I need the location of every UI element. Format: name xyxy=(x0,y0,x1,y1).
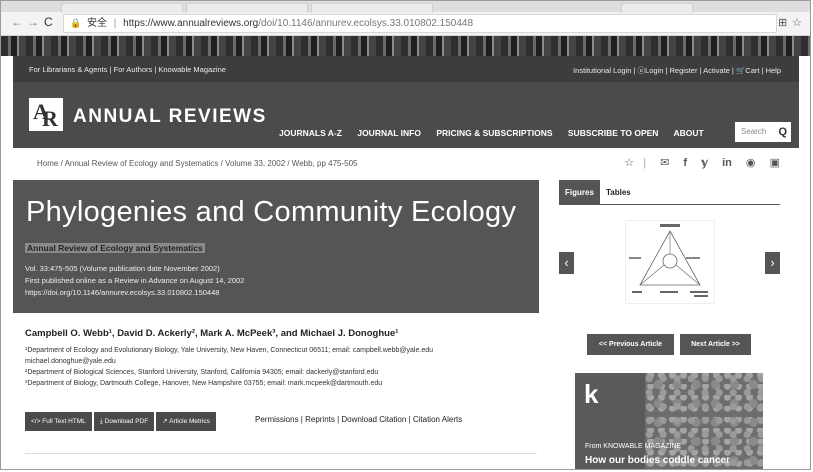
article-metrics-button[interactable]: ↗ Article Metrics xyxy=(156,412,216,431)
tab-strip xyxy=(1,1,810,13)
breadcrumb[interactable]: Home / Annual Review of Ecology and Syst… xyxy=(37,159,357,168)
linkedin-icon[interactable]: in xyxy=(722,157,732,169)
nav-pricing[interactable]: PRICING & SUBSCRIPTIONS xyxy=(436,128,552,138)
carousel-next-arrow-icon[interactable]: › xyxy=(765,252,780,274)
url-host: https://www.annualreviews.org xyxy=(123,18,259,29)
utility-links[interactable]: For Librarians & Agents | For Authors | … xyxy=(29,65,226,74)
email-icon[interactable]: ✉ xyxy=(660,157,669,169)
tab-tables[interactable]: Tables xyxy=(606,180,631,205)
translate-icon[interactable]: ⊞ xyxy=(778,16,787,29)
share-bar: ☆ | ✉ f 𝕪 in ◉ ▣ xyxy=(624,157,780,169)
previous-article-button[interactable]: << Previous Article xyxy=(587,334,674,355)
figure-panel-tabs: Figures Tables xyxy=(559,180,780,205)
article-tool-links[interactable]: Permissions | Reprints | Download Citati… xyxy=(255,415,462,424)
article-actions: </> Full Text HTML ⤓ Download PDF ↗ Articl… xyxy=(25,410,218,431)
knowable-logo-icon: k xyxy=(584,379,599,409)
twitter-icon[interactable]: 𝕪 xyxy=(701,157,708,169)
article-header: Phylogenies and Community Ecology Annual… xyxy=(13,180,539,313)
main-nav: JOURNALS A-Z JOURNAL INFO PRICING & SUBS… xyxy=(279,128,717,138)
browser-window: ← → C 🔒 安全 | https://www.annualreviews.o… xyxy=(0,0,811,470)
promo-source: From KNOWABLE MAGAZINE xyxy=(585,443,682,450)
annual-reviews-logo-icon[interactable]: AR xyxy=(29,98,63,131)
metrics-icon: ↗ xyxy=(162,418,168,425)
nav-journals-a-z[interactable]: JOURNALS A-Z xyxy=(279,128,342,138)
favorite-star-icon[interactable]: ☆ xyxy=(624,157,634,169)
knowable-magazine-promo[interactable]: k From KNOWABLE MAGAZINE How our bodies … xyxy=(575,373,763,469)
url-path: /doi/10.1146/annurev.ecolsys.33.010802.1… xyxy=(258,18,474,29)
browser-chrome: ← → C 🔒 安全 | https://www.annualreviews.o… xyxy=(1,1,810,36)
account-links[interactable]: Institutional Login | ⓤLogin | Register … xyxy=(573,65,781,76)
tab-figures[interactable]: Figures xyxy=(559,180,600,205)
code-icon: </> xyxy=(31,418,41,425)
affiliations: ¹Department of Ecology and Evolutionary … xyxy=(25,345,433,389)
download-icon: ⤓ xyxy=(99,418,103,425)
volume-line: Vol. 33:475-505 (Volume publication date… xyxy=(25,264,220,273)
bookmark-star-icon[interactable]: ☆ xyxy=(792,16,802,29)
figure-diagram-image xyxy=(629,224,708,297)
utility-bar: For Librarians & Agents | For Authors | … xyxy=(13,56,799,82)
search-icon[interactable]: Q xyxy=(778,122,787,142)
nav-subscribe-to-open[interactable]: SUBSCRIBE TO OPEN xyxy=(568,128,659,138)
lock-icon: 🔒 xyxy=(70,18,82,28)
promo-headline[interactable]: How our bodies coddle cancer xyxy=(585,455,730,466)
article-meta: Vol. 33:475-505 (Volume publication date… xyxy=(25,263,244,299)
figure-thumbnail[interactable] xyxy=(625,220,715,304)
carousel-prev-arrow-icon[interactable]: ‹ xyxy=(559,252,574,274)
nav-journal-info[interactable]: JOURNAL INFO xyxy=(357,128,421,138)
address-bar[interactable]: 🔒 安全 | https://www.annualreviews.org/doi… xyxy=(63,14,777,33)
next-article-button[interactable]: Next Article >> xyxy=(680,334,751,355)
journal-link[interactable]: Annual Review of Ecology and Systematics xyxy=(25,243,205,253)
affiliation-2: ²Department of Biological Sciences, Stan… xyxy=(25,369,379,376)
authors[interactable]: Campbell O. Webb¹, David D. Ackerly², Ma… xyxy=(25,328,398,339)
affiliation-3: ³Department of Biology, Dartmouth Colleg… xyxy=(25,380,383,387)
decorative-banner-stripe xyxy=(1,36,810,56)
download-pdf-button[interactable]: ⤓ Download PDF xyxy=(93,412,155,431)
divider xyxy=(25,453,537,454)
rss-icon[interactable]: ▣ xyxy=(770,157,780,169)
search-placeholder: Search xyxy=(741,127,767,136)
facebook-icon[interactable]: f xyxy=(683,157,687,169)
tab-underline xyxy=(559,204,780,205)
full-text-html-button[interactable]: </> Full Text HTML xyxy=(25,412,92,431)
affiliation-1: ¹Department of Ecology and Evolutionary … xyxy=(25,347,434,354)
nav-about[interactable]: ABOUT xyxy=(673,128,703,138)
doi-link[interactable]: https://doi.org/10.1146/annurev.ecolsys.… xyxy=(25,287,244,299)
secure-label: 安全 xyxy=(87,18,107,29)
published-line: First published online as a Review in Ad… xyxy=(25,276,245,285)
search-input[interactable]: Search Q xyxy=(735,122,791,142)
affiliation-1-email[interactable]: michael.donoghue@yale.edu xyxy=(25,356,433,367)
reload-icon[interactable]: C xyxy=(44,16,53,28)
forward-icon[interactable]: → xyxy=(27,16,39,28)
back-icon[interactable]: ← xyxy=(11,16,23,28)
article-title: Phylogenies and Community Ecology xyxy=(26,196,517,228)
site-header: AR ANNUAL REVIEWS JOURNALS A-Z JOURNAL I… xyxy=(13,82,799,148)
weibo-icon[interactable]: ◉ xyxy=(746,157,756,169)
logo-text[interactable]: ANNUAL REVIEWS xyxy=(73,106,267,128)
